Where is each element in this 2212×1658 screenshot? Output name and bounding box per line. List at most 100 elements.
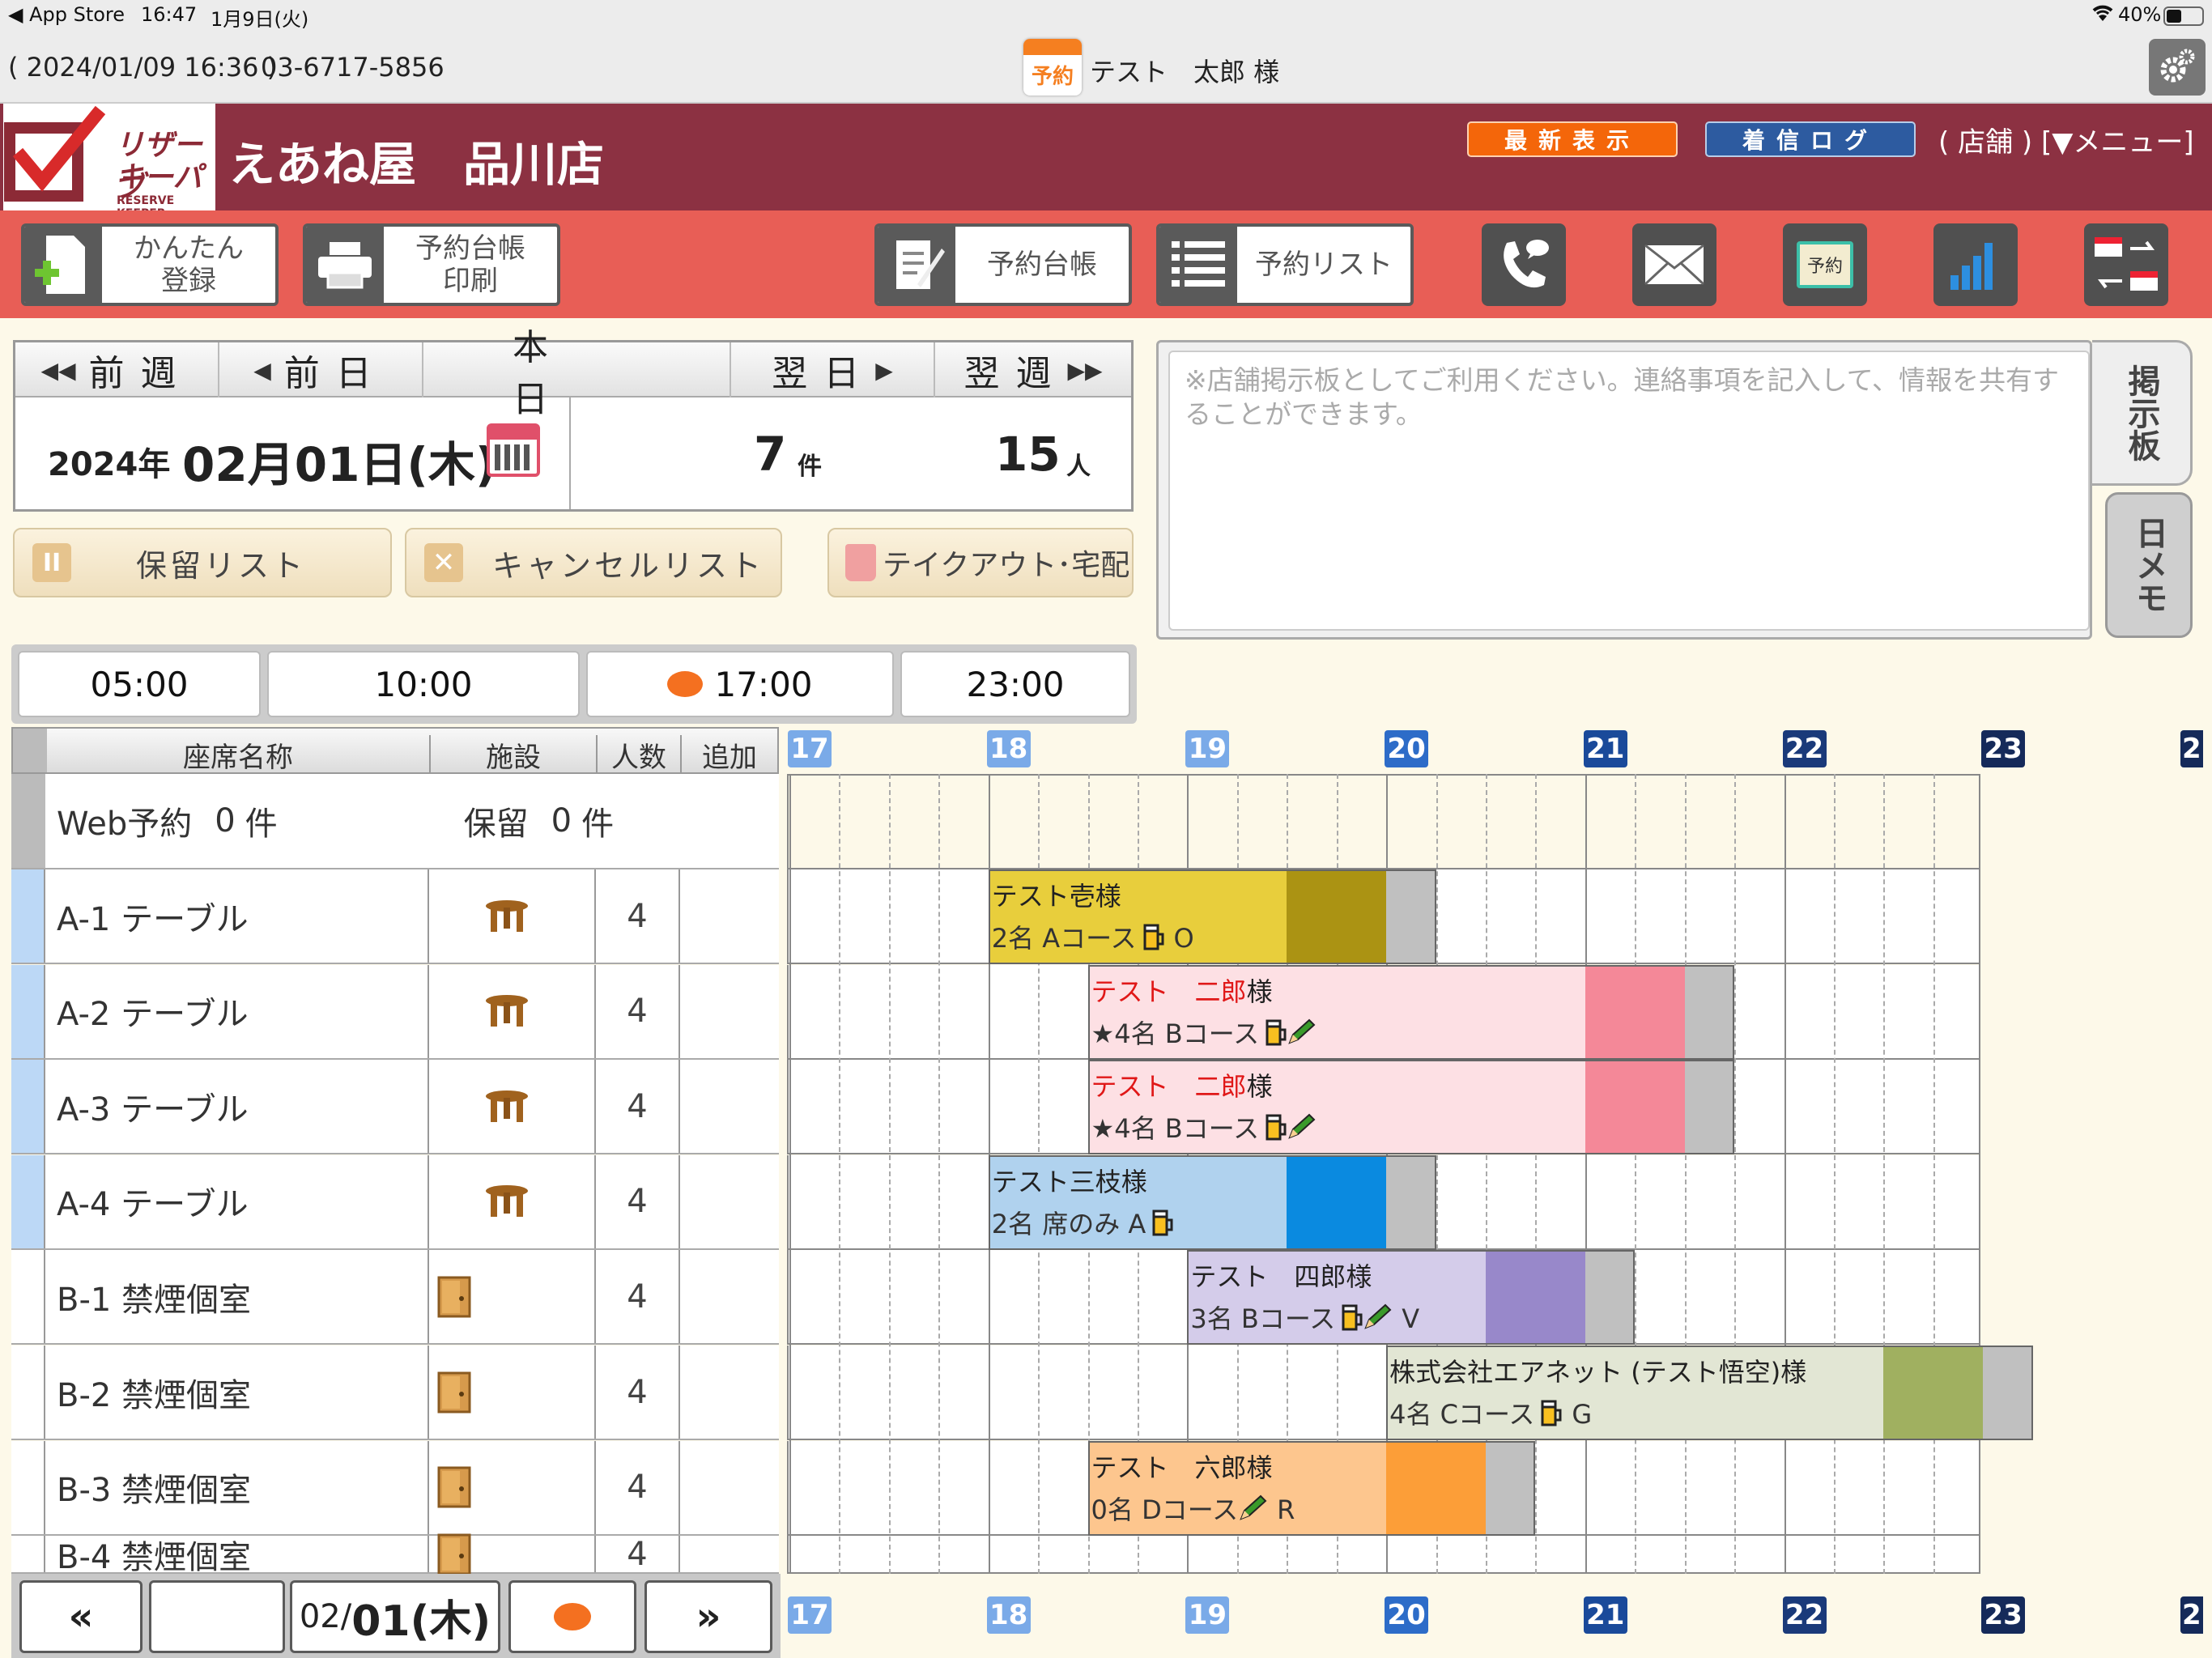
settings-gear-icon[interactable] <box>2149 39 2206 96</box>
store-menu-dropdown[interactable]: ( 店舗 ) [▼メニュー] <box>1938 120 2194 159</box>
hour-label: 17 <box>788 1596 832 1634</box>
time-tab-1700[interactable]: 17:00 <box>586 651 894 717</box>
reservation-detail: ★4名 Bコース <box>1091 1108 1326 1146</box>
time-tab-2300[interactable]: 23:00 <box>900 651 1130 717</box>
buffer-time-segment <box>1684 966 1733 1058</box>
next-day-button[interactable]: 翌日 ▶ <box>731 342 935 397</box>
buffer-time-segment <box>1386 1156 1435 1248</box>
seat-row[interactable]: A-4 テーブル 4 <box>11 1154 779 1250</box>
hold-list-button[interactable]: II 保留リスト <box>13 528 392 597</box>
comment-button[interactable] <box>508 1580 636 1653</box>
web-reservation-count: 0 <box>215 802 236 840</box>
reservation-name: テスト 二郎様 <box>1091 1071 1273 1103</box>
ios-status-bar: ◀ App Store 16:47 1月9日(火) 40% <box>0 0 2212 32</box>
hour-label: 21 <box>1583 1596 1627 1634</box>
hour-label: 19 <box>1185 730 1230 767</box>
reservation-count: 7 <box>754 427 787 482</box>
buffer-time-segment <box>1585 1252 1634 1344</box>
clipboard-pen-icon <box>878 227 955 303</box>
store-name: えあね屋 品川店 <box>228 137 605 192</box>
main-toolbar: かんたん 登録 予約台帳 印刷 予約台帳 予約リスト 予約 <box>0 210 2212 318</box>
selected-date[interactable]: 02月01日(木) <box>182 427 496 495</box>
list-icon <box>1159 227 1237 303</box>
reservation-detail: 2名 席のみ A <box>992 1204 1184 1241</box>
door-icon <box>437 1250 473 1343</box>
reservation-detail: 2名 Aコース O <box>991 923 1194 954</box>
reservation-name: テスト 六郎様 <box>1091 1452 1273 1483</box>
table-icon <box>484 869 530 963</box>
facility-column-header: 施設 <box>429 735 596 775</box>
back-to-app-store[interactable]: ◀ App Store <box>8 3 125 26</box>
bottom-date-display[interactable]: 02/01(木) <box>290 1580 500 1653</box>
latest-display-button[interactable]: 最新表示 <box>1467 121 1678 157</box>
course-time-segment <box>1585 1061 1685 1154</box>
hour-label: 23 <box>1981 730 2026 767</box>
tab-daily-memo[interactable]: 日メモ <box>2105 492 2193 638</box>
seat-column-header: 座席名称 <box>183 742 293 774</box>
today-button[interactable]: 本日 <box>423 327 731 420</box>
speech-bubble-icon <box>554 1603 591 1630</box>
reservation-ledger-button[interactable]: 予約台帳 <box>874 223 1132 306</box>
reservation-bar[interactable]: テスト壱様 2名 Aコース O <box>988 869 1436 964</box>
seat-row[interactable]: B-1 禁煙個室 4 <box>11 1250 779 1346</box>
reservation-bar[interactable]: テスト三枝様 2名 席のみ A <box>988 1154 1436 1250</box>
print-ledger-button[interactable]: 予約台帳 印刷 <box>303 223 560 306</box>
buffer-time-segment <box>1983 1347 2031 1439</box>
beer-mug-icon <box>1541 1400 1562 1426</box>
time-jump-bar: 05:00 10:00 17:00 23:00 <box>11 644 1137 724</box>
seat-row[interactable]: B-4 禁煙個室 4 <box>11 1533 779 1576</box>
hour-label: 23 <box>1981 1596 2026 1634</box>
reservation-detail: 0名 Dコース R <box>1091 1494 1295 1525</box>
statistics-chart-icon[interactable] <box>1933 223 2018 306</box>
next-week-button[interactable]: 翌週 ▶▶ <box>935 342 1131 397</box>
bulletin-board-textarea[interactable]: ※店舗掲示板としてご利用ください。連絡事項を記入して、情報を共有することができま… <box>1168 351 2090 631</box>
mail-icon[interactable] <box>1632 223 1716 306</box>
next-page-button[interactable]: » <box>644 1580 772 1653</box>
reservation-detail: 3名 Bコース V <box>1190 1303 1420 1335</box>
prev-day-button[interactable]: ◀ 前日 <box>219 342 423 397</box>
web-reservation-icon[interactable]: 予約 <box>1783 223 1867 306</box>
seat-row[interactable]: B-2 禁煙個室 4 <box>11 1346 779 1440</box>
beer-mug-icon <box>1266 1019 1287 1046</box>
seat-name: A-2 テーブル <box>57 996 249 1034</box>
beer-mug-icon <box>1143 924 1164 950</box>
time-gridline <box>1933 774 1935 1574</box>
prev-week-button[interactable]: ◀◀ 前週 <box>15 342 219 397</box>
cancel-list-button[interactable]: ✕ キャンセルリスト <box>405 528 782 597</box>
hour-label: 20 <box>1385 730 1429 767</box>
reservation-bar[interactable]: テスト 二郎様 ★4名 Bコース <box>1087 1060 1735 1155</box>
beer-mug-icon <box>1266 1114 1287 1141</box>
timeline-row[interactable] <box>787 1536 1980 1574</box>
reservation-detail: ★4名 Bコース <box>1091 1014 1326 1051</box>
blank-button[interactable] <box>149 1580 285 1653</box>
seat-name: A-4 テーブル <box>57 1186 249 1224</box>
seat-capacity: 4 <box>627 1278 648 1316</box>
seat-row[interactable]: A-1 テーブル 4 <box>11 869 779 964</box>
reservation-bar[interactable]: テスト 二郎様 ★4名 Bコース <box>1087 964 1735 1060</box>
time-gridline <box>1535 774 1538 1574</box>
reservation-list-button[interactable]: 予約リスト <box>1156 223 1414 306</box>
prev-page-button[interactable]: « <box>19 1580 143 1653</box>
seat-row[interactable]: A-3 テーブル 4 <box>11 1060 779 1155</box>
reservation-bar[interactable]: 株式会社エアネット (テスト悟空)様 4名 Cコース G <box>1386 1346 2033 1440</box>
easy-register-button[interactable]: かんたん 登録 <box>21 223 279 306</box>
seat-row[interactable]: A-2 テーブル 4 <box>11 964 779 1060</box>
takeout-delivery-button[interactable]: テイクアウト･宅配 <box>827 528 1134 597</box>
web-reservation-row[interactable]: Web予約 0 件 保留 0 件 <box>11 774 779 869</box>
pencil-icon <box>1288 1018 1316 1044</box>
phone-icon[interactable] <box>1482 223 1566 306</box>
tab-bulletin-board[interactable]: 掲示板 <box>2092 340 2193 486</box>
time-tab-0500[interactable]: 05:00 <box>18 651 261 717</box>
store-switch-icon[interactable] <box>2084 223 2168 306</box>
pause-icon: II <box>32 543 71 582</box>
call-log-button[interactable]: 着信ログ <box>1705 121 1916 157</box>
time-tab-1000[interactable]: 10:00 <box>267 651 580 717</box>
seat-capacity: 4 <box>627 993 648 1031</box>
reservation-bar[interactable]: テスト 四郎様 3名 Bコース V <box>1187 1250 1636 1346</box>
hour-label: 18 <box>986 730 1031 767</box>
seat-capacity: 4 <box>627 1183 648 1221</box>
seat-name: B-3 禁煙個室 <box>57 1472 252 1510</box>
reservation-bar[interactable]: テスト 六郎様 0名 Dコース R <box>1087 1440 1536 1536</box>
calendar-icon[interactable] <box>487 423 540 477</box>
seat-row[interactable]: B-3 禁煙個室 4 <box>11 1440 779 1536</box>
